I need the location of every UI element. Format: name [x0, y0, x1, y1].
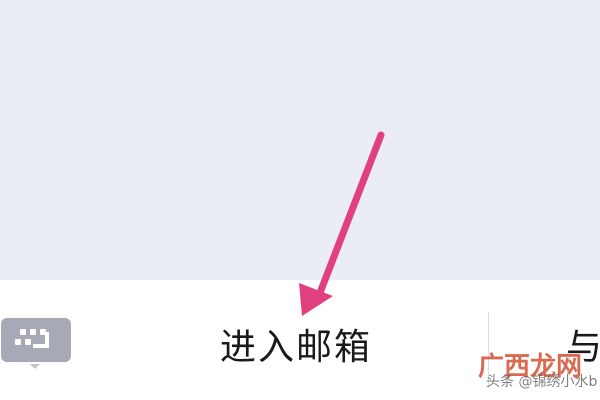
- watermark: 广西龙网 头条 @锦绣小水b: [478, 352, 600, 400]
- watermark-source: 头条 @锦绣小水b: [486, 374, 598, 390]
- arrow-pointer-icon: [299, 131, 385, 316]
